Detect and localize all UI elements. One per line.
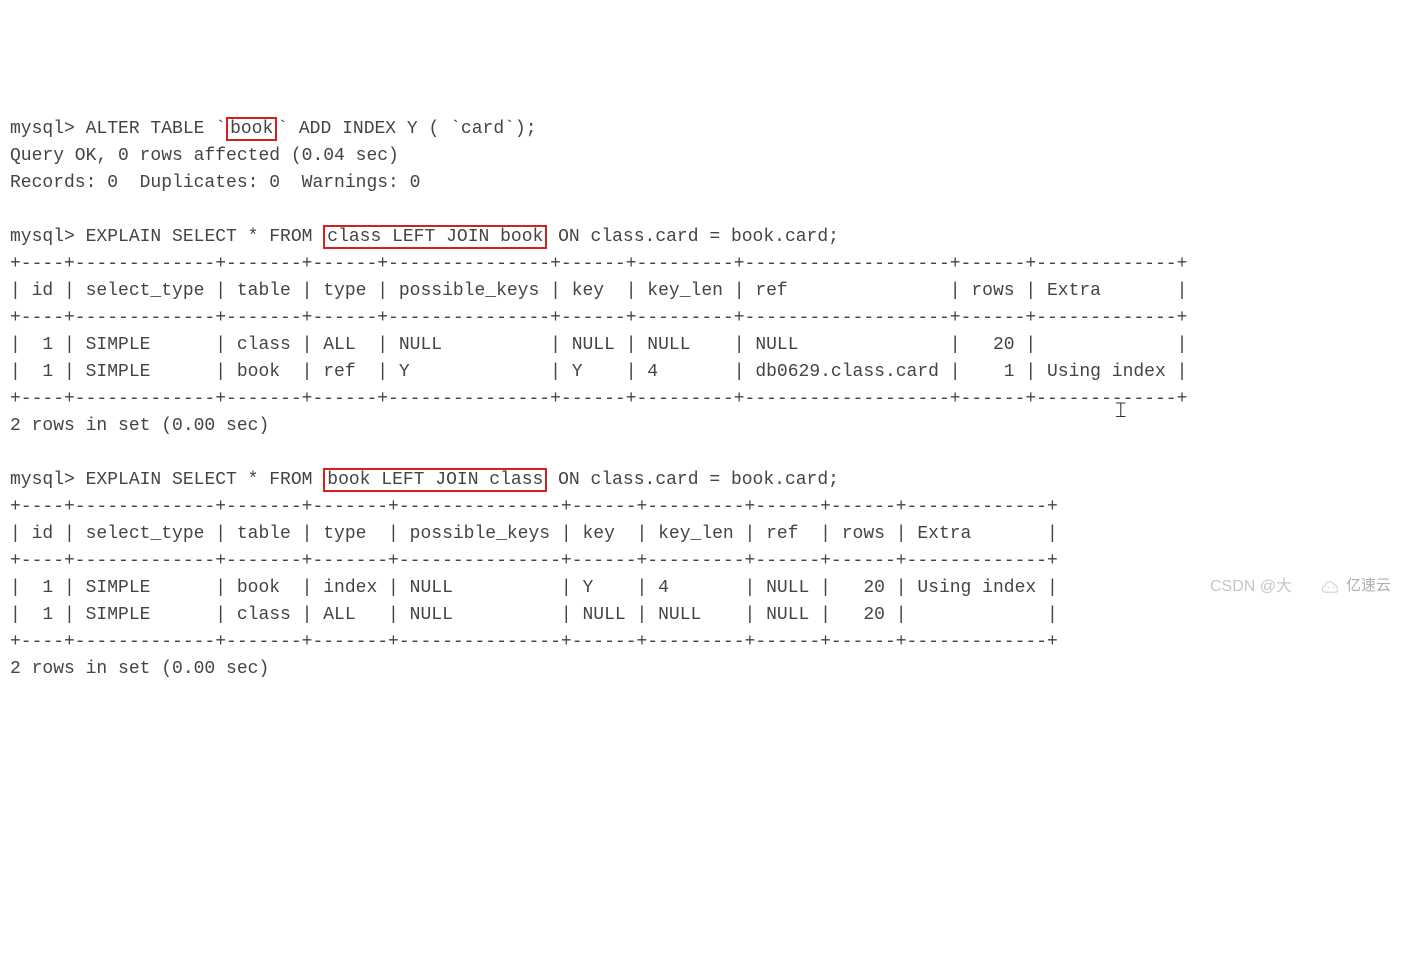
cmd-text: ON class.card = book.card;	[547, 470, 839, 490]
highlight-join2: book LEFT JOIN class	[323, 468, 547, 492]
table-border: +----+-------------+-------+-------+----…	[10, 632, 1058, 652]
highlight-book: book	[226, 117, 277, 141]
cmd-text: EXPLAIN SELECT * FROM	[86, 227, 324, 247]
table-row: | 1 | SIMPLE | book | ref | Y | Y | 4 | …	[10, 362, 1187, 382]
table-row: | 1 | SIMPLE | class | ALL | NULL | NULL…	[10, 605, 1058, 625]
table-header: | id | select_type | table | type | poss…	[10, 524, 1058, 544]
cmd-text: ` ADD INDEX Y ( `card`);	[277, 119, 536, 139]
table-border: +----+-------------+-------+-------+----…	[10, 497, 1058, 517]
cmd-text: ALTER TABLE `	[86, 119, 226, 139]
output-line: 2 rows in set (0.00 sec)	[10, 416, 269, 436]
cloud-icon	[1320, 578, 1342, 594]
cmd-text: ON class.card = book.card;	[547, 227, 839, 247]
table-border: +----+-------------+-------+------+-----…	[10, 389, 1187, 409]
table-row: | 1 | SIMPLE | book | index | NULL | Y |…	[10, 578, 1058, 598]
watermark-csdn: CSDN @大	[1210, 575, 1292, 599]
watermark-logo-text: 亿速云	[1346, 575, 1391, 598]
table-border: +----+-------------+-------+-------+----…	[10, 551, 1058, 571]
output-line: Query OK, 0 rows affected (0.04 sec)	[10, 146, 399, 166]
table-header: | id | select_type | table | type | poss…	[10, 281, 1187, 301]
text-cursor-icon: 𝙸	[1113, 395, 1129, 428]
mysql-prompt: mysql>	[10, 227, 86, 247]
table-border: +----+-------------+-------+------+-----…	[10, 254, 1187, 274]
cmd-text: EXPLAIN SELECT * FROM	[86, 470, 324, 490]
output-line: Records: 0 Duplicates: 0 Warnings: 0	[10, 173, 420, 193]
mysql-prompt: mysql>	[10, 119, 86, 139]
mysql-prompt: mysql>	[10, 470, 86, 490]
highlight-join1: class LEFT JOIN book	[323, 225, 547, 249]
table-row: | 1 | SIMPLE | class | ALL | NULL | NULL…	[10, 335, 1187, 355]
table-border: +----+-------------+-------+------+-----…	[10, 308, 1187, 328]
output-line: 2 rows in set (0.00 sec)	[10, 659, 269, 679]
watermark-logo: 亿速云	[1320, 575, 1391, 598]
